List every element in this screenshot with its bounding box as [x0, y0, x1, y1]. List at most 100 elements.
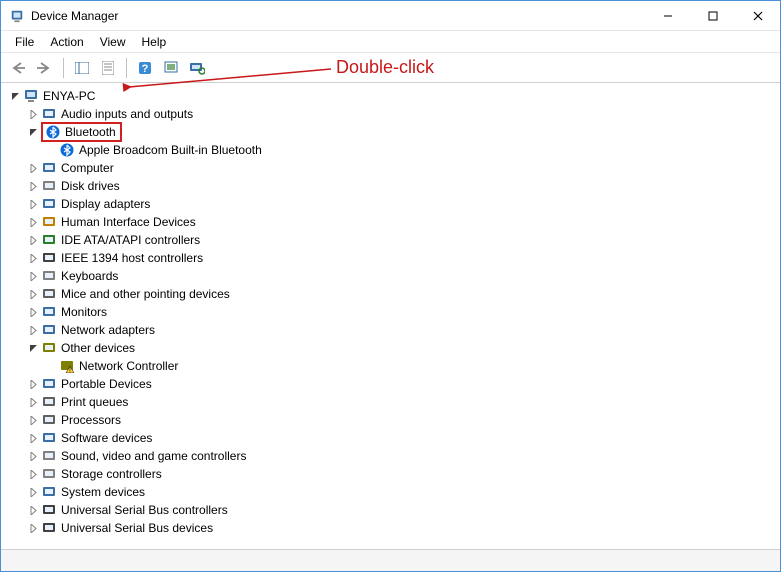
- tree-node-label: Display adapters: [59, 197, 152, 211]
- device-category[interactable]: Disk drives: [3, 177, 778, 195]
- device-category[interactable]: Keyboards: [3, 267, 778, 285]
- titlebar: Device Manager: [1, 1, 780, 31]
- tree-node-label: Sound, video and game controllers: [59, 449, 248, 463]
- tree-node-label: Other devices: [59, 341, 137, 355]
- bluetooth-icon: [45, 124, 61, 140]
- device-category[interactable]: Processors: [3, 411, 778, 429]
- expand-icon[interactable]: [25, 232, 41, 248]
- minimize-button[interactable]: [645, 1, 690, 30]
- collapse-icon[interactable]: [7, 88, 23, 104]
- device-category-icon: [41, 214, 57, 230]
- device-category[interactable]: Print queues: [3, 393, 778, 411]
- device-item[interactable]: !Network Controller: [3, 357, 778, 375]
- menu-file[interactable]: File: [7, 33, 42, 51]
- tree-node-label: IEEE 1394 host controllers: [59, 251, 205, 265]
- tree-root-row[interactable]: ENYA-PC: [3, 87, 778, 105]
- menu-help[interactable]: Help: [134, 33, 175, 51]
- device-item[interactable]: Apple Broadcom Built-in Bluetooth: [3, 141, 778, 159]
- tree-node-label: Keyboards: [59, 269, 120, 283]
- device-category-icon: [41, 196, 57, 212]
- menubar: File Action View Help: [1, 31, 780, 53]
- tree-node-label: Processors: [59, 413, 123, 427]
- properties-button[interactable]: [96, 57, 120, 79]
- expand-icon[interactable]: [25, 484, 41, 500]
- expand-icon[interactable]: [25, 160, 41, 176]
- tree-node-label: Universal Serial Bus devices: [59, 521, 215, 535]
- close-button[interactable]: [735, 1, 780, 30]
- expand-icon[interactable]: [25, 268, 41, 284]
- toolbar-separator: [63, 58, 64, 78]
- menu-action[interactable]: Action: [42, 33, 91, 51]
- device-category[interactable]: Software devices: [3, 429, 778, 447]
- device-tree[interactable]: ENYA-PCAudio inputs and outputs Bluetooth…: [1, 83, 780, 549]
- device-category[interactable]: IEEE 1394 host controllers: [3, 249, 778, 267]
- expand-icon[interactable]: [25, 502, 41, 518]
- expand-icon[interactable]: [25, 376, 41, 392]
- expand-icon[interactable]: [25, 250, 41, 266]
- device-category[interactable]: IDE ATA/ATAPI controllers: [3, 231, 778, 249]
- expand-icon[interactable]: [25, 466, 41, 482]
- tree-spacer: [43, 142, 59, 158]
- device-category[interactable]: Computer: [3, 159, 778, 177]
- device-category[interactable]: System devices: [3, 483, 778, 501]
- nav-forward-button[interactable]: [33, 57, 57, 79]
- device-category[interactable]: Universal Serial Bus devices: [3, 519, 778, 537]
- tree-node-label: Monitors: [59, 305, 109, 319]
- show-hide-tree-button[interactable]: [70, 57, 94, 79]
- update-driver-button[interactable]: [159, 57, 183, 79]
- nav-back-icon: [11, 62, 27, 74]
- expand-icon[interactable]: [25, 178, 41, 194]
- tree-node-label: System devices: [59, 485, 147, 499]
- tree-node-label: Universal Serial Bus controllers: [59, 503, 230, 517]
- device-category-icon: !: [59, 358, 75, 374]
- device-category-icon: [41, 250, 57, 266]
- menu-view[interactable]: View: [92, 33, 134, 51]
- expand-icon[interactable]: [25, 106, 41, 122]
- expand-icon[interactable]: [25, 520, 41, 536]
- nav-back-button[interactable]: [7, 57, 31, 79]
- maximize-button[interactable]: [690, 1, 735, 30]
- expand-icon[interactable]: [25, 286, 41, 302]
- device-category-icon: [41, 448, 57, 464]
- device-category[interactable]: Bluetooth: [3, 123, 778, 141]
- device-category-icon: [41, 232, 57, 248]
- device-category-icon: [41, 376, 57, 392]
- tree-node-label: Bluetooth: [63, 125, 118, 139]
- device-category[interactable]: Sound, video and game controllers: [3, 447, 778, 465]
- bluetooth-icon: [59, 142, 75, 158]
- window-controls: [645, 1, 780, 30]
- collapse-icon[interactable]: [25, 340, 41, 356]
- help-button[interactable]: ?: [133, 57, 157, 79]
- device-category-icon: [41, 412, 57, 428]
- help-icon: ?: [138, 61, 152, 75]
- expand-icon[interactable]: [25, 322, 41, 338]
- device-category[interactable]: Network adapters: [3, 321, 778, 339]
- device-category[interactable]: Other devices: [3, 339, 778, 357]
- expand-icon[interactable]: [25, 412, 41, 428]
- device-category[interactable]: Display adapters: [3, 195, 778, 213]
- expand-icon[interactable]: [25, 214, 41, 230]
- device-category[interactable]: Monitors: [3, 303, 778, 321]
- device-category-icon: [41, 322, 57, 338]
- expand-icon[interactable]: [25, 448, 41, 464]
- tree-node-label: Network Controller: [77, 359, 180, 373]
- device-category[interactable]: Human Interface Devices: [3, 213, 778, 231]
- scan-hardware-button[interactable]: [185, 57, 209, 79]
- tree-node-label: Portable Devices: [59, 377, 154, 391]
- device-category[interactable]: Storage controllers: [3, 465, 778, 483]
- device-category[interactable]: Audio inputs and outputs: [3, 105, 778, 123]
- device-category-icon: [41, 304, 57, 320]
- device-category[interactable]: Portable Devices: [3, 375, 778, 393]
- window-title: Device Manager: [31, 9, 645, 23]
- expand-icon[interactable]: [25, 430, 41, 446]
- tree-node-label: Mice and other pointing devices: [59, 287, 232, 301]
- scan-hardware-icon: [189, 61, 205, 75]
- device-category[interactable]: Universal Serial Bus controllers: [3, 501, 778, 519]
- expand-icon[interactable]: [25, 394, 41, 410]
- device-category[interactable]: Mice and other pointing devices: [3, 285, 778, 303]
- device-category-icon: [41, 520, 57, 536]
- expand-icon[interactable]: [25, 304, 41, 320]
- collapse-icon[interactable]: [25, 124, 41, 140]
- expand-icon[interactable]: [25, 196, 41, 212]
- highlighted-node[interactable]: Bluetooth: [41, 122, 122, 142]
